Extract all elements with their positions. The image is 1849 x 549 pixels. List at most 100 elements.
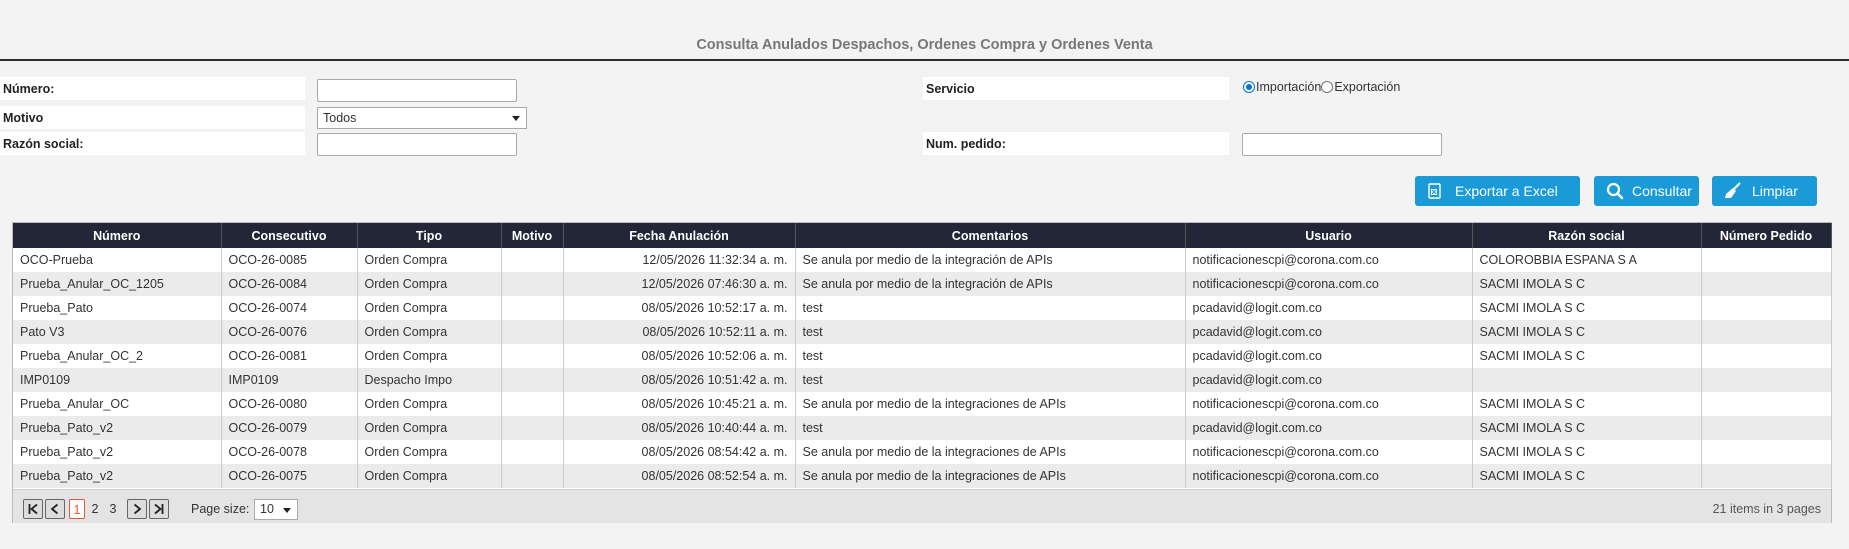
next-page-icon — [133, 503, 142, 515]
table-cell: test — [795, 416, 1186, 440]
table-cell: Se anula por medio de la integraciones d… — [795, 392, 1186, 416]
table-cell — [501, 296, 564, 320]
column-header[interactable]: Comentarios — [795, 223, 1186, 248]
table-row[interactable]: Prueba_Anular_OC OCO-26-0080 Orden Compra 0… — [13, 392, 1832, 416]
table-row[interactable]: Prueba_Pato_v2 OCO-26-0078 Orden Compra 08/… — [13, 440, 1832, 464]
table-cell: Orden Compra — [357, 320, 502, 344]
search-icon — [1606, 182, 1624, 200]
table-cell: Prueba_Anular_OC_1205 — [13, 272, 222, 296]
table-cell: pcadavid@logit.com.co — [1185, 368, 1473, 392]
table-body: OCO-Prueba OCO-26-0085 Orden Compra 12/05/2… — [13, 248, 1832, 488]
column-header[interactable]: Motivo — [501, 223, 564, 248]
column-header[interactable]: Tipo — [357, 223, 502, 248]
table-cell: test — [795, 368, 1186, 392]
column-header[interactable]: Consecutivo — [221, 223, 358, 248]
table-cell: Se anula por medio de la integración de … — [795, 272, 1186, 296]
prev-page-button[interactable] — [45, 499, 65, 519]
table-cell — [1701, 416, 1832, 440]
page-link-1[interactable]: 1 — [69, 499, 85, 519]
motivo-select[interactable]: Todos — [317, 107, 527, 129]
table-cell: OCO-26-0085 — [221, 248, 358, 272]
column-header[interactable]: Razón social — [1472, 223, 1702, 248]
table-cell: OCO-26-0084 — [221, 272, 358, 296]
importacion-radio[interactable] — [1243, 81, 1255, 93]
column-header[interactable]: Número — [13, 223, 222, 248]
table-cell: SACMI IMOLA S C — [1472, 272, 1702, 296]
table-cell: 08/05/2026 10:52:17 a. m. — [563, 296, 796, 320]
table-cell: OCO-26-0074 — [221, 296, 358, 320]
table-row[interactable]: Prueba_Pato_v2 OCO-26-0075 Orden Compra 08/… — [13, 464, 1832, 488]
excel-icon — [1428, 183, 1441, 199]
num-pedido-label: Num. pedido: — [923, 132, 1229, 155]
page-link-3[interactable]: 3 — [105, 499, 121, 519]
table-cell: OCO-26-0075 — [221, 464, 358, 488]
table-cell: pcadavid@logit.com.co — [1185, 296, 1473, 320]
table-row[interactable]: OCO-Prueba OCO-26-0085 Orden Compra 12/05/2… — [13, 248, 1832, 272]
limpiar-button[interactable]: Limpiar — [1712, 176, 1817, 206]
table-cell: notificacionescpi@corona.com.co — [1185, 464, 1473, 488]
table-row[interactable]: Prueba_Anular_OC_2 OCO-26-0081 Orden Compr… — [13, 344, 1832, 368]
exportacion-radio[interactable] — [1321, 81, 1334, 93]
table-cell: Orden Compra — [357, 248, 502, 272]
table-cell — [1701, 392, 1832, 416]
table-cell — [501, 368, 564, 392]
consultar-button[interactable]: Consultar — [1594, 176, 1699, 206]
table-cell: test — [795, 296, 1186, 320]
table-cell: 12/05/2026 11:32:34 a. m. — [563, 248, 796, 272]
numero-label: Número: — [0, 77, 305, 100]
table-cell — [501, 416, 564, 440]
consultar-label: Consultar — [1632, 183, 1692, 199]
page-title: Consulta Anulados Despachos, Ordenes Com… — [696, 37, 1153, 53]
export-excel-label: Exportar a Excel — [1455, 183, 1558, 199]
export-excel-button[interactable]: Exportar a Excel — [1415, 176, 1580, 206]
column-header[interactable]: Fecha Anulación — [563, 223, 796, 248]
next-page-button[interactable] — [127, 499, 147, 519]
chevron-down-icon — [283, 508, 291, 513]
title-divider — [0, 59, 1849, 61]
table-row[interactable]: Pato V3 OCO-26-0076 Orden Compra 08/05/2026… — [13, 320, 1832, 344]
broom-icon — [1725, 182, 1741, 198]
table-row[interactable]: IMP0109 IMP0109 Despacho Impo 08/05/2026 10… — [13, 368, 1832, 392]
table-cell — [501, 320, 564, 344]
table-cell: SACMI IMOLA S C — [1472, 416, 1702, 440]
razon-social-label: Razón social: — [0, 132, 305, 155]
table-cell: notificacionescpi@corona.com.co — [1185, 440, 1473, 464]
table-cell: test — [795, 320, 1186, 344]
page-size-value: 10 — [260, 502, 274, 516]
table-cell: test — [795, 344, 1186, 368]
table-cell — [1701, 464, 1832, 488]
last-page-icon — [154, 503, 164, 515]
last-page-button[interactable] — [149, 499, 169, 519]
first-page-button[interactable] — [23, 499, 43, 519]
table-cell: SACMI IMOLA S C — [1472, 464, 1702, 488]
table-cell — [1472, 368, 1702, 392]
page-size-select[interactable]: 10 — [254, 499, 298, 520]
table-cell: pcadavid@logit.com.co — [1185, 416, 1473, 440]
column-header[interactable]: Número Pedido — [1701, 223, 1832, 248]
numero-input[interactable] — [317, 79, 517, 102]
table-cell: Se anula por medio de la integraciones d… — [795, 464, 1186, 488]
table-cell: Orden Compra — [357, 416, 502, 440]
table-cell: Prueba_Pato_v2 — [13, 416, 222, 440]
table-cell: Orden Compra — [357, 392, 502, 416]
table-cell: OCO-26-0078 — [221, 440, 358, 464]
table-cell: SACMI IMOLA S C — [1472, 392, 1702, 416]
table-cell — [1701, 296, 1832, 320]
num-pedido-input[interactable] — [1242, 133, 1442, 156]
table-cell: Orden Compra — [357, 272, 502, 296]
table-header-row: Número Consecutivo Tipo Motivo Fecha Anulaci… — [13, 223, 1832, 248]
table-row[interactable]: Prueba_Pato OCO-26-0074 Orden Compra 08/05/… — [13, 296, 1832, 320]
table-cell: 12/05/2026 07:46:30 a. m. — [563, 272, 796, 296]
table-cell: Orden Compra — [357, 464, 502, 488]
razon-social-input[interactable] — [317, 133, 517, 156]
table-cell: Prueba_Anular_OC — [13, 392, 222, 416]
table-cell — [501, 464, 564, 488]
table-row[interactable]: Prueba_Anular_OC_1205 OCO-26-0084 Orden Co… — [13, 272, 1832, 296]
table-cell: pcadavid@logit.com.co — [1185, 344, 1473, 368]
page-link-2[interactable]: 2 — [87, 499, 103, 519]
table-cell: Orden Compra — [357, 296, 502, 320]
column-header[interactable]: Usuario — [1185, 223, 1473, 248]
table-cell: 08/05/2026 10:52:06 a. m. — [563, 344, 796, 368]
table-row[interactable]: Prueba_Pato_v2 OCO-26-0079 Orden Compra 08/… — [13, 416, 1832, 440]
table-cell: OCO-26-0079 — [221, 416, 358, 440]
